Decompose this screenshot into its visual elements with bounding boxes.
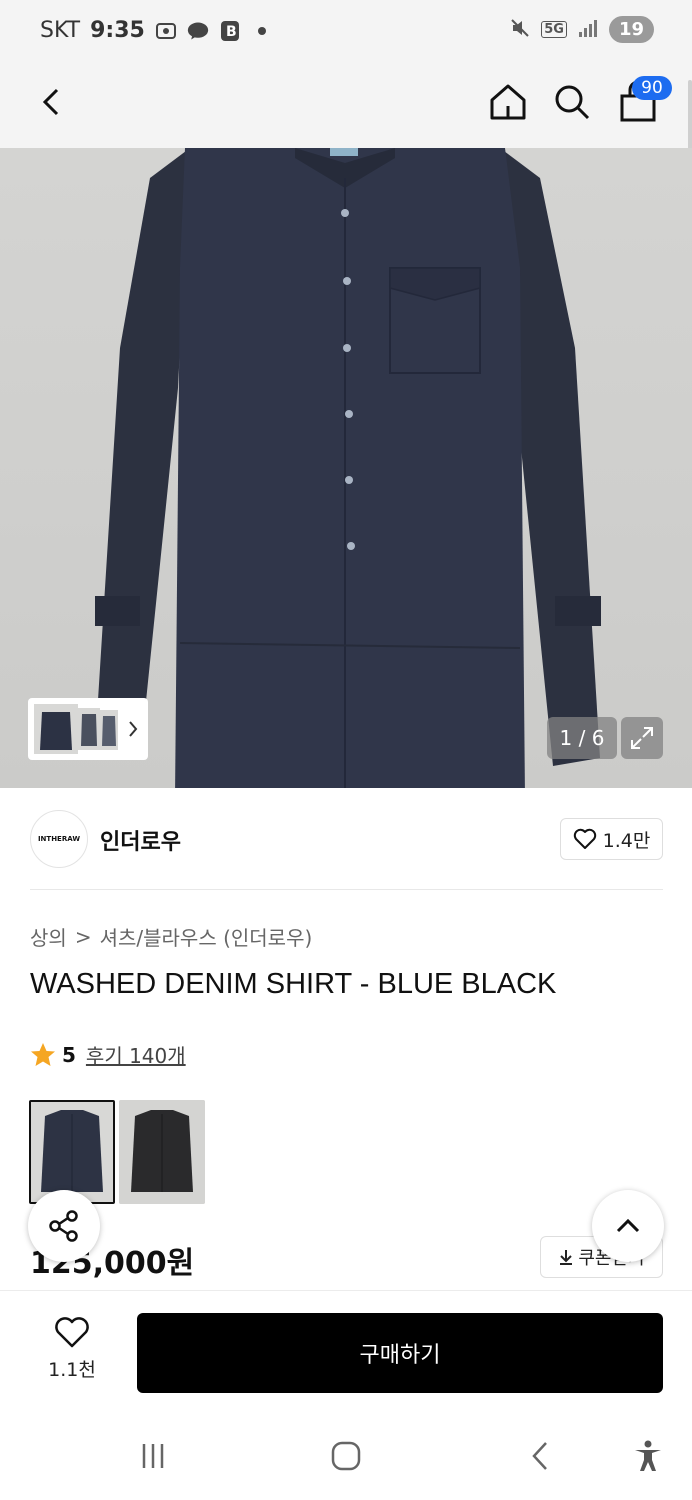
product-title: WASHED DENIM SHIRT - BLUE BLACK [30, 968, 557, 1000]
thumbnail-strip[interactable] [28, 698, 148, 760]
breadcrumb-category[interactable]: 상의 [30, 922, 67, 951]
home-icon [490, 84, 526, 120]
variant-thumbnail-black[interactable] [119, 1100, 205, 1204]
battery-indicator: 19 [608, 16, 654, 43]
svg-text:B: B [226, 24, 237, 40]
home-nav-icon [331, 1441, 361, 1471]
variant-thumbnail-navy[interactable] [29, 1100, 115, 1204]
home-nav-button[interactable] [326, 1436, 366, 1476]
thumbnail-images [34, 704, 138, 754]
scroll-top-button[interactable] [592, 1190, 664, 1262]
kakaotalk-icon [187, 20, 209, 42]
purchase-bar: 1.1천 구매하기 [0, 1290, 692, 1410]
accessibility-icon [635, 1440, 661, 1471]
recent-apps-icon [142, 1444, 164, 1468]
wishlist-count: 1.1천 [48, 1359, 96, 1381]
heart-icon [55, 1317, 89, 1348]
clock: 9:35 [90, 18, 145, 43]
image-counter: 1 / 6 [547, 717, 617, 759]
wishlist-button[interactable]: 1.1천 [40, 1315, 104, 1385]
download-icon [560, 1250, 573, 1265]
share-button[interactable] [28, 1190, 100, 1262]
brand-logo-text: INTHERAW [37, 835, 81, 843]
product-image[interactable] [0, 148, 692, 788]
brand-like-count: 1.4만 [602, 829, 651, 852]
brand-row: INTHERAW 인더로우 1.4만 [0, 788, 692, 890]
buy-button[interactable]: 구매하기 [137, 1313, 663, 1393]
search-button[interactable] [550, 80, 594, 124]
cart-count-badge: 90 [632, 76, 672, 100]
breadcrumb: 상의 > 셔츠/블라우스 (인더로우) [30, 922, 312, 951]
rating: 5 후기 140개 [30, 1040, 186, 1069]
share-icon [49, 1210, 78, 1242]
brand-name[interactable]: 인더로우 [100, 824, 181, 856]
expand-button[interactable] [621, 717, 663, 759]
dot-icon [251, 20, 273, 42]
system-nav-bar [0, 1410, 692, 1500]
review-link[interactable]: 후기 140개 [86, 1040, 186, 1069]
screenshot-icon [155, 20, 177, 42]
home-button[interactable] [486, 80, 530, 124]
heart-icon [573, 828, 596, 849]
search-icon [555, 85, 590, 120]
brand-logo[interactable]: INTHERAW [30, 810, 88, 868]
back-button[interactable] [32, 82, 72, 122]
breadcrumb-separator: > [74, 924, 92, 949]
accessibility-button[interactable] [628, 1436, 668, 1476]
brand-like-button[interactable]: 1.4만 [560, 818, 663, 860]
signal-icon [577, 18, 599, 42]
app-header [0, 66, 692, 148]
carrier-label: SKT [40, 18, 81, 43]
mute-icon [509, 17, 531, 43]
divider [30, 889, 663, 890]
status-bar: SKT 9:35 B 5G 19 [0, 0, 692, 66]
star-icon [31, 1042, 55, 1066]
scroll-indicator[interactable] [688, 80, 692, 150]
band-icon: B [219, 20, 241, 42]
denim-shirt-image [0, 148, 692, 788]
chevron-up-icon [616, 1218, 640, 1233]
back-nav-icon [532, 1442, 547, 1470]
network-label: 5G [541, 21, 567, 38]
breadcrumb-subcategory[interactable]: 셔츠/블라우스 (인더로우) [100, 922, 313, 951]
back-nav-button[interactable] [520, 1436, 560, 1476]
expand-icon [631, 727, 653, 749]
recent-apps-button[interactable] [133, 1436, 173, 1476]
chevron-left-icon [42, 88, 59, 116]
rating-score: 5 [62, 1042, 76, 1067]
